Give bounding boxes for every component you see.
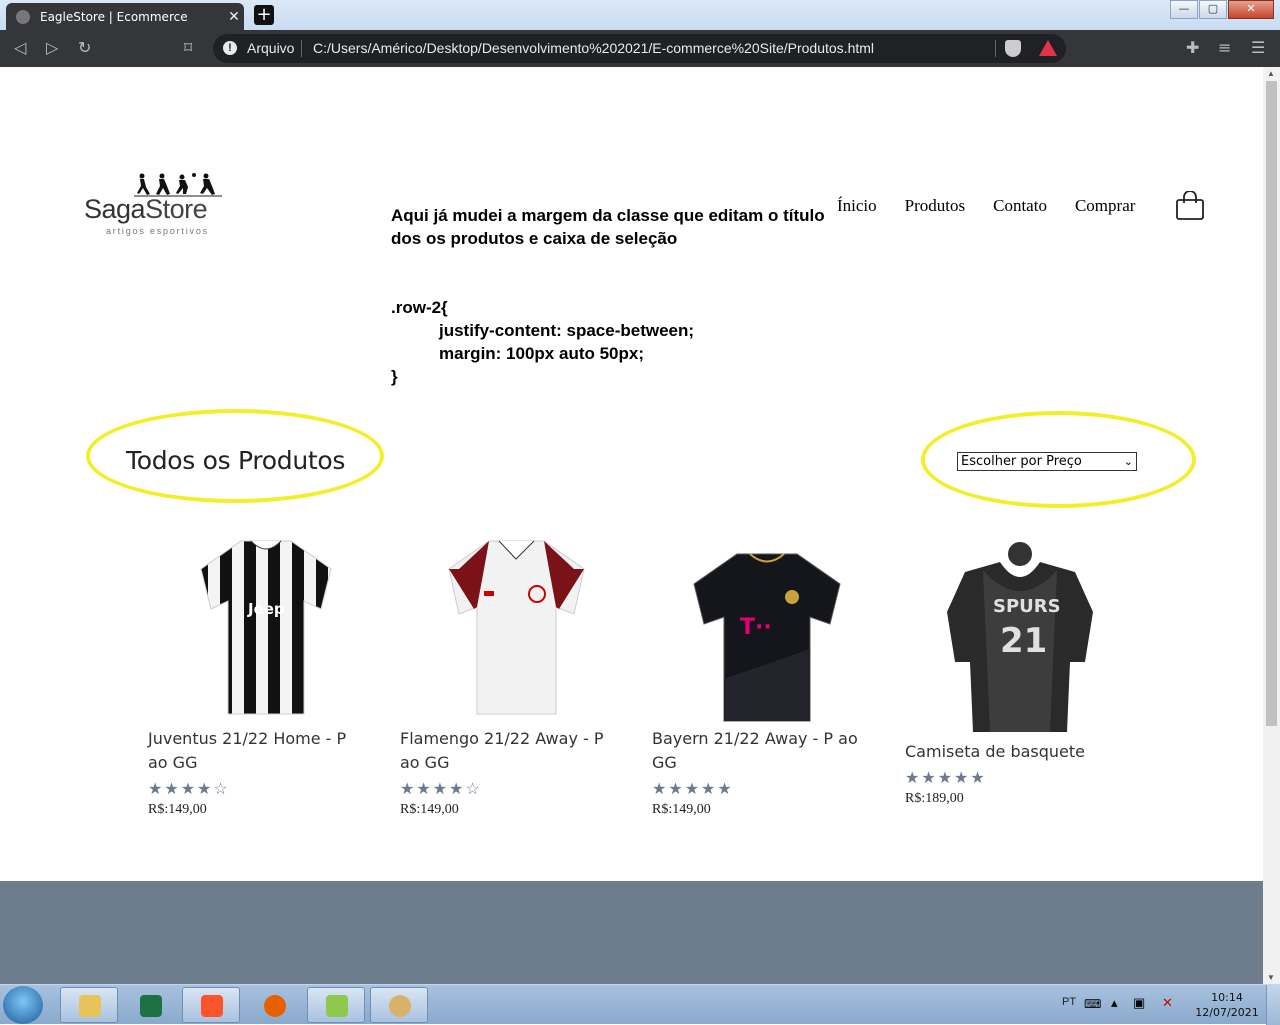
star-rating: ★★★★☆ <box>400 781 482 798</box>
scroll-down-icon[interactable]: ▼ <box>1267 973 1275 982</box>
url-text[interactable]: C:/Users/Américo/Desktop/Desenvolvimento… <box>313 40 874 56</box>
folder-icon <box>79 995 101 1017</box>
system-clock[interactable]: 10:14 12/07/2021 <box>1192 990 1262 1020</box>
bookmark-icon[interactable]: ⌑ <box>184 38 192 57</box>
address-bar[interactable]: ! Arquivo C:/Users/Américo/Desktop/Desen… <box>213 34 1066 63</box>
taskbar-notepadpp[interactable] <box>307 987 365 1023</box>
page-scrollbar[interactable]: ▲ ▼ <box>1263 67 1280 984</box>
taskbar-paint[interactable] <box>370 987 428 1023</box>
section-title: Todos os Produtos <box>126 446 346 475</box>
svg-text:21: 21 <box>1000 621 1047 661</box>
browser-tab[interactable]: EagleStore | Ecommerce ✕ <box>6 3 244 30</box>
site-logo[interactable]: SagaStore artigos esportivos <box>84 172 224 242</box>
minimize-button[interactable]: — <box>1170 0 1198 19</box>
star-rating: ★★★★★ <box>652 781 734 798</box>
product-price: R$:149,00 <box>400 802 459 817</box>
maximize-button[interactable]: ▢ <box>1199 0 1227 19</box>
scroll-up-icon[interactable]: ▲ <box>1267 69 1275 78</box>
product-name[interactable]: Camiseta de basquete <box>905 740 1115 764</box>
scheme-label: Arquivo <box>247 40 295 56</box>
nav-produtos[interactable]: Produtos <box>905 196 965 216</box>
code-line: } <box>391 367 398 386</box>
menu-icon[interactable]: ☰ <box>1251 38 1265 57</box>
excel-icon <box>140 995 162 1017</box>
tray-arrow-icon[interactable]: ▴ <box>1111 995 1118 1011</box>
divider <box>301 40 302 57</box>
taskbar-explorer[interactable] <box>60 987 118 1023</box>
svg-text:Jeep: Jeep <box>247 600 285 618</box>
product-name[interactable]: Flamengo 21/22 Away - P ao GG <box>400 727 610 775</box>
annotation-text: Aqui já mudei a margem da classe que edi… <box>391 206 825 248</box>
logo-tagline: artigos esportivos <box>106 226 209 236</box>
site-footer <box>0 881 1263 984</box>
info-icon[interactable]: ! <box>223 41 237 55</box>
jersey-image: Jeep <box>200 540 332 715</box>
sort-select-value: Escolher por Preço <box>961 454 1082 469</box>
browser-toolbar: ◁ ▷ ↻ ⌑ ! Arquivo C:/Users/Américo/Deskt… <box>0 30 1280 67</box>
close-window-button[interactable]: ✕ <box>1228 0 1274 19</box>
product-name[interactable]: Bayern 21/22 Away - P ao GG <box>652 727 862 775</box>
main-nav: Ínicio Produtos Contato Comprar <box>837 196 1163 216</box>
code-line: .row-2{ <box>391 298 448 317</box>
volume-muted-icon[interactable]: ✕ <box>1162 995 1173 1011</box>
product-price: R$:149,00 <box>652 802 711 817</box>
globe-icon <box>16 9 30 24</box>
star-rating: ★★★★★ <box>905 770 987 787</box>
clock-date: 12/07/2021 <box>1195 1006 1259 1019</box>
network-icon[interactable]: ▣ <box>1133 995 1145 1011</box>
jersey-image: T·· <box>693 553 841 722</box>
star-rating: ★★★★☆ <box>148 781 230 798</box>
code-line: justify-content: space-between; <box>439 321 695 340</box>
product-name[interactable]: Juventus 21/22 Home - P ao GG <box>148 727 358 775</box>
taskbar-brave[interactable] <box>182 987 240 1023</box>
window-controls: — ▢ ✕ <box>1169 0 1274 19</box>
close-tab-icon[interactable]: ✕ <box>224 9 244 25</box>
language-indicator[interactable]: PT <box>1062 996 1076 1008</box>
nav-inicio[interactable]: Ínicio <box>837 196 877 216</box>
nav-contato[interactable]: Contato <box>993 196 1047 216</box>
show-desktop-button[interactable] <box>1266 985 1280 1025</box>
css-code-snippet: .row-2{ justify-content: space-between; … <box>391 296 694 388</box>
page-viewport: SagaStore artigos esportivos Aqui já mud… <box>0 67 1263 984</box>
extensions-icon[interactable]: ✚ <box>1186 38 1199 57</box>
nav-comprar[interactable]: Comprar <box>1075 196 1135 216</box>
logo-wordmark: SagaStore <box>84 194 208 224</box>
divider <box>995 40 996 57</box>
windows-taskbar: PT ⌨ ▴ ▣ ✕ 10:14 12/07/2021 <box>0 984 1280 1025</box>
forward-icon[interactable]: ▷ <box>46 38 58 57</box>
product-price: R$:189,00 <box>905 791 964 806</box>
window-title-bar: EagleStore | Ecommerce ✕ + — ▢ ✕ <box>0 0 1280 30</box>
keyboard-icon[interactable]: ⌨ <box>1084 997 1101 1011</box>
clock-time: 10:14 <box>1211 991 1243 1004</box>
brave-shield-icon[interactable] <box>1005 40 1021 57</box>
sort-select[interactable]: Escolher por Preço ⌄ <box>957 452 1137 471</box>
firefox-icon <box>264 995 286 1017</box>
start-button[interactable] <box>3 986 43 1024</box>
svg-text:T··: T·· <box>740 615 772 640</box>
reload-icon[interactable]: ↻ <box>78 38 91 57</box>
tab-title: EagleStore | Ecommerce <box>40 9 188 24</box>
notepad-icon <box>326 995 348 1017</box>
shopping-bag-icon[interactable] <box>1175 191 1205 221</box>
new-tab-button[interactable]: + <box>254 5 274 25</box>
jersey-image <box>448 540 585 715</box>
brave-icon <box>201 995 223 1017</box>
paint-icon <box>389 995 411 1017</box>
code-line: margin: 100px auto 50px; <box>439 344 645 363</box>
taskbar-firefox[interactable] <box>245 987 303 1023</box>
product-price: R$:149,00 <box>148 802 207 817</box>
taskbar-excel[interactable] <box>121 987 179 1023</box>
chevron-down-icon: ⌄ <box>1123 455 1133 468</box>
scroll-thumb[interactable] <box>1266 81 1277 726</box>
svg-text:SPURS: SPURS <box>993 596 1061 617</box>
jersey-image: SPURS 21 <box>947 542 1093 732</box>
back-icon[interactable]: ◁ <box>14 38 26 57</box>
brave-rewards-icon[interactable] <box>1039 40 1057 56</box>
media-queue-icon[interactable]: ≡ <box>1218 38 1231 57</box>
